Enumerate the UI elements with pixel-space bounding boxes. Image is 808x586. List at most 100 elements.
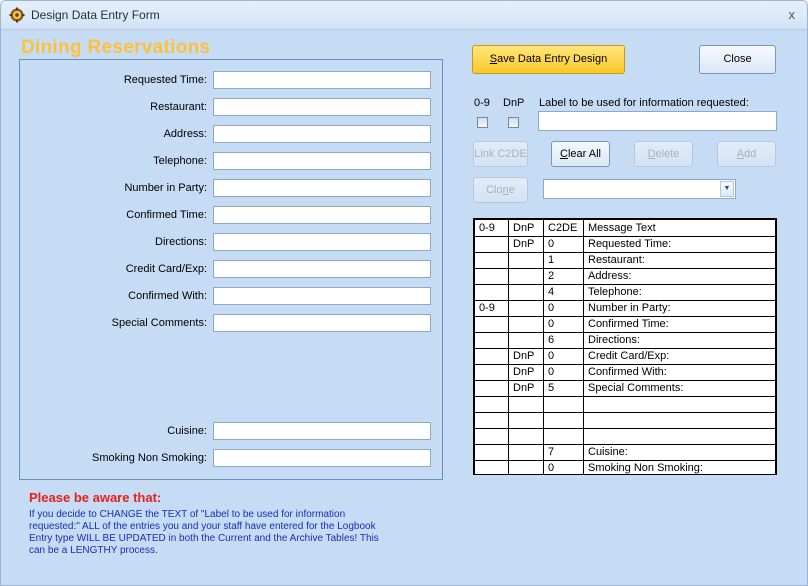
- field-label: Address:: [163, 128, 207, 140]
- table-row[interactable]: [474, 412, 776, 429]
- table-cell: [508, 300, 544, 317]
- field-label: Directions:: [155, 236, 207, 248]
- table-row[interactable]: DnP 0 Credit Card/Exp:: [474, 348, 776, 365]
- message-table: 0-9 DnP C2DE Message Text DnP 0 Requested Tim…: [474, 219, 776, 474]
- table-header-row: 0-9 DnP C2DE Message Text: [474, 219, 776, 237]
- table-cell: [508, 252, 544, 269]
- field-input[interactable]: [213, 287, 431, 305]
- save-data-entry-design-button[interactable]: Save Data Entry Design: [472, 45, 625, 74]
- message-grid: 0-9 DnP C2DE Message Text DnP 0 Requested Tim…: [473, 218, 777, 475]
- field-label: Requested Time:: [123, 74, 207, 86]
- table-row[interactable]: [474, 396, 776, 413]
- table-row[interactable]: 4 Telephone:: [474, 284, 776, 301]
- window-close-icon[interactable]: x: [789, 7, 796, 22]
- table-row[interactable]: 7 Cuisine:: [474, 444, 776, 461]
- delete-button[interactable]: Delete: [634, 141, 693, 167]
- field-label: Cuisine:: [167, 425, 207, 437]
- info-label-input[interactable]: [538, 111, 777, 131]
- chevron-down-icon[interactable]: ▼: [720, 181, 734, 197]
- table-cell: 1: [543, 252, 584, 269]
- field-label: Telephone:: [153, 155, 207, 167]
- table-row[interactable]: 0-9 0 Number in Party:: [474, 300, 776, 317]
- field-input[interactable]: [213, 125, 431, 143]
- table-cell: 0: [543, 460, 584, 474]
- field-label: Credit Card/Exp:: [125, 263, 207, 275]
- field-input[interactable]: [213, 206, 431, 224]
- table-cell: Restaurant:: [583, 252, 776, 269]
- table-cell: 6: [543, 332, 584, 349]
- table-cell: [474, 236, 509, 253]
- table-cell: [583, 396, 776, 413]
- table-cell: 0: [543, 364, 584, 381]
- title-bar: Design Data Entry Form x: [1, 1, 807, 30]
- field-input[interactable]: [213, 98, 431, 116]
- table-cell: [474, 412, 509, 429]
- table-cell: DnP: [508, 380, 544, 397]
- do-not-print-checkbox[interactable]: [508, 117, 519, 128]
- table-cell: Cuisine:: [583, 444, 776, 461]
- table-cell: [474, 348, 509, 365]
- table-cell: [474, 460, 509, 474]
- table-cell: [474, 444, 509, 461]
- dnp-column-label: DnP: [503, 97, 525, 109]
- template-combo[interactable]: ▼: [543, 179, 736, 199]
- link-c2de-button[interactable]: Link C2DE: [473, 141, 528, 167]
- table-cell: [508, 316, 544, 333]
- info-label-caption: Label to be used for information request…: [539, 97, 749, 109]
- column-header[interactable]: Message Text: [583, 219, 776, 237]
- table-row[interactable]: [474, 428, 776, 445]
- field-input[interactable]: [213, 233, 431, 251]
- table-cell: 0: [543, 300, 584, 317]
- field-input[interactable]: [213, 260, 431, 278]
- table-cell: Credit Card/Exp:: [583, 348, 776, 365]
- column-header[interactable]: DnP: [508, 219, 544, 237]
- table-cell: [508, 428, 544, 445]
- field-label: Special Comments:: [111, 317, 207, 329]
- column-header[interactable]: 0-9: [474, 219, 509, 237]
- field-label: Restaurant:: [150, 101, 207, 113]
- field-input[interactable]: [213, 314, 431, 332]
- table-cell: Confirmed With:: [583, 364, 776, 381]
- clone-button[interactable]: Clone: [473, 177, 528, 203]
- table-cell: Number in Party:: [583, 300, 776, 317]
- field-input[interactable]: [213, 152, 431, 170]
- field-input[interactable]: [213, 71, 431, 89]
- warning-title: Please be aware that:: [29, 490, 162, 505]
- table-cell: [508, 444, 544, 461]
- gear-app-icon: [9, 7, 25, 23]
- field-input[interactable]: [213, 179, 431, 197]
- table-cell: [474, 268, 509, 285]
- table-row[interactable]: 6 Directions:: [474, 332, 776, 349]
- field-label: Smoking Non Smoking:: [92, 452, 207, 464]
- field-input[interactable]: [213, 449, 431, 467]
- table-cell: DnP: [508, 236, 544, 253]
- table-cell: [474, 396, 509, 413]
- table-cell: 0: [543, 316, 584, 333]
- table-cell: DnP: [508, 348, 544, 365]
- table-cell: Address:: [583, 268, 776, 285]
- table-cell: Telephone:: [583, 284, 776, 301]
- table-cell: [474, 428, 509, 445]
- column-header[interactable]: C2DE: [543, 219, 584, 237]
- table-row[interactable]: 1 Restaurant:: [474, 252, 776, 269]
- warning-text: If you decide to CHANGE the TEXT of "Lab…: [29, 509, 379, 556]
- table-row[interactable]: 2 Address:: [474, 268, 776, 285]
- table-cell: [583, 412, 776, 429]
- field-label: Confirmed With:: [128, 290, 207, 302]
- field-input[interactable]: [213, 422, 431, 440]
- table-cell: [474, 284, 509, 301]
- table-row[interactable]: DnP 0 Confirmed With:: [474, 364, 776, 381]
- close-button[interactable]: Close: [699, 45, 776, 74]
- table-cell: 0-9: [474, 300, 509, 317]
- table-cell: 2: [543, 268, 584, 285]
- table-cell: [474, 316, 509, 333]
- add-button[interactable]: Add: [717, 141, 776, 167]
- table-row[interactable]: DnP 5 Special Comments:: [474, 380, 776, 397]
- digits-only-checkbox[interactable]: [477, 117, 488, 128]
- table-row[interactable]: DnP 0 Requested Time:: [474, 236, 776, 253]
- table-cell: 0: [543, 348, 584, 365]
- clear-all-button[interactable]: Clear All: [551, 141, 610, 167]
- table-row[interactable]: 0 Confirmed Time:: [474, 316, 776, 333]
- table-cell: [474, 332, 509, 349]
- table-row[interactable]: 0 Smoking Non Smoking:: [474, 460, 776, 474]
